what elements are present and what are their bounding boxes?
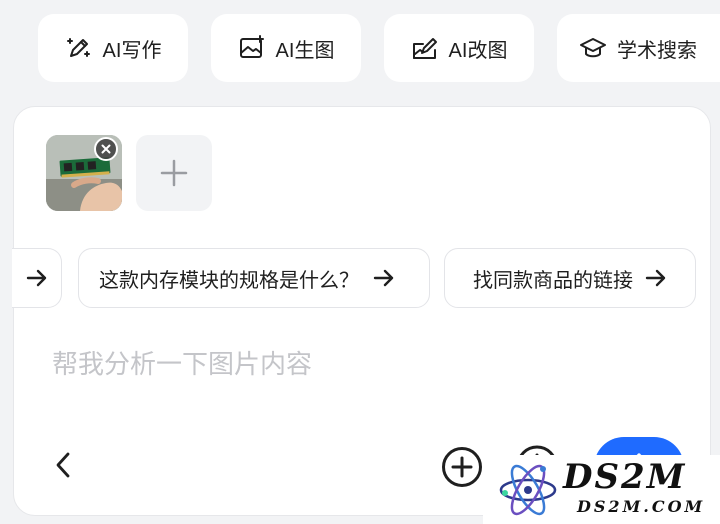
suggestion-chip-previous[interactable] [12, 248, 62, 308]
atom-logo-icon [499, 464, 557, 516]
chevron-left-icon [56, 452, 70, 478]
suggestion-label: 找同款商品的链接 [473, 269, 633, 292]
suggestion-chip-specs[interactable]: 这款内存模块的规格是什么？ [78, 248, 430, 308]
arrow-right-icon [373, 269, 394, 287]
ai-writing-label: AI写作 [102, 39, 162, 62]
watermark-subtitle: DS2M.COM [577, 497, 706, 516]
image-edit-icon [412, 38, 437, 59]
back-button[interactable] [48, 445, 78, 485]
image-sparkle-icon [239, 35, 264, 58]
pen-sparkle-icon [66, 38, 90, 57]
graduation-cap-icon [580, 38, 606, 58]
ai-image-edit-label: AI改图 [448, 39, 508, 62]
watermark-title: DS2M [563, 457, 687, 497]
prompt-input[interactable] [52, 347, 672, 381]
close-icon [101, 144, 111, 154]
ai-image-edit-button[interactable]: AI改图 [384, 14, 534, 82]
plus-circle-icon [442, 447, 482, 487]
suggestion-chip-find-same[interactable]: 找同款商品的链接 [444, 248, 696, 308]
add-image-button[interactable] [136, 135, 212, 211]
watermark: DS2M DS2M.COM [483, 455, 720, 524]
plus-icon [160, 159, 188, 187]
add-attachment-button[interactable] [440, 445, 484, 489]
ai-writing-button[interactable]: AI写作 [38, 14, 188, 82]
remove-image-button[interactable] [94, 137, 118, 161]
academic-search-label: 学术搜索 [617, 39, 697, 62]
arrow-right-icon [26, 269, 46, 287]
feature-toolbar: AI写作 AI生图 AI改图 学术搜索 [0, 0, 720, 96]
arrow-right-icon [645, 269, 666, 287]
ai-image-gen-button[interactable]: AI生图 [211, 14, 361, 82]
ai-image-gen-label: AI生图 [275, 39, 335, 62]
suggestion-label: 这款内存模块的规格是什么？ [99, 269, 359, 292]
academic-search-button[interactable]: 学术搜索 [557, 14, 720, 82]
